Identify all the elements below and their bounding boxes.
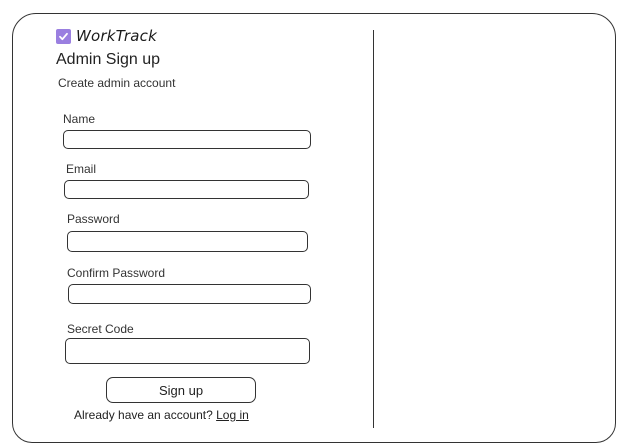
app-name: WorkTrack bbox=[76, 27, 157, 45]
page-title: Admin Sign up bbox=[56, 51, 161, 68]
login-prompt: Already have an account? Log in bbox=[74, 408, 249, 422]
checkbox-icon bbox=[56, 28, 71, 44]
name-input[interactable] bbox=[63, 130, 311, 149]
name-label: Name bbox=[63, 112, 96, 126]
confirm-password-label: Confirm Password bbox=[67, 266, 166, 280]
brand: WorkTrack bbox=[56, 27, 157, 45]
confirm-password-input[interactable] bbox=[68, 284, 311, 304]
email-input[interactable] bbox=[64, 180, 309, 199]
sign-up-button[interactable]: Sign up bbox=[106, 377, 256, 403]
login-link[interactable]: Log in bbox=[216, 408, 249, 422]
login-prompt-text: Already have an account? bbox=[74, 408, 213, 422]
vertical-divider bbox=[373, 30, 375, 428]
secret-code-label: Secret Code bbox=[67, 322, 134, 336]
secret-code-input[interactable] bbox=[65, 338, 310, 364]
email-label: Email bbox=[66, 162, 97, 176]
password-label: Password bbox=[67, 212, 120, 226]
page-subtitle: Create admin account bbox=[58, 76, 176, 90]
password-input[interactable] bbox=[67, 231, 308, 252]
